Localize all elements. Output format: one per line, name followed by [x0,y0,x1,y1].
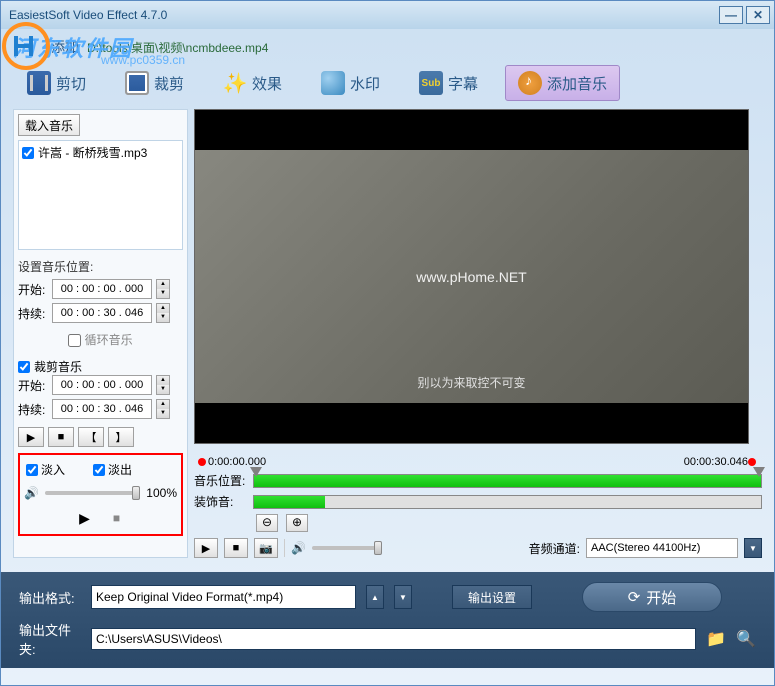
cut-icon [27,71,51,95]
fadein-label: 淡入 [41,461,65,478]
music-panel: 载入音乐 许嵩 - 断桥残雪.mp3 设置音乐位置: 开始: ▲▼ 持续: ▲▼ [13,109,188,558]
music-item-checkbox[interactable] [22,147,34,159]
search-folder-button[interactable]: 🔍 [736,629,756,649]
bottom-bar: 输出格式: ▲ ▼ 输出设置 ⟳ 开始 输出文件夹: 📁 🔍 [1,572,774,668]
tab-bar: 剪切 裁剪 ✨效果 水印 Sub字幕 添加音乐 [1,61,774,109]
tab-add-music[interactable]: 添加音乐 [505,65,620,101]
minimize-button[interactable]: — [719,6,743,24]
decoration-label: 装饰音: [194,493,249,510]
output-format-label: 输出格式: [19,588,81,607]
music-pos-label: 音乐位置: [194,472,249,489]
format-step-down[interactable]: ▼ [394,585,412,609]
window-title: EasiestSoft Video Effect 4.7.0 [5,8,716,22]
trim-start-label: 开始: [18,377,48,394]
play-music-button[interactable]: ▶ [18,427,44,447]
refresh-icon: ⟳ [628,588,641,606]
audio-channel-dropdown[interactable]: ▼ [744,538,762,558]
tab-effect-label: 效果 [252,73,282,94]
preview-play-button[interactable]: ▶ [194,538,218,558]
stop-music-button[interactable]: ■ [48,427,74,447]
tab-subtitle[interactable]: Sub字幕 [407,65,497,101]
audio-channel-select[interactable] [586,538,738,558]
preview-watermark: www.pHome.NET [416,269,526,285]
volume-percent: 100% [146,486,177,500]
snapshot-button[interactable]: 📷 [254,538,278,558]
close-button[interactable]: ✕ [746,6,770,24]
trim-duration-input[interactable] [52,399,152,419]
divider [284,539,285,557]
volume-slider[interactable] [45,491,140,495]
tab-add-music-label: 添加音乐 [547,73,607,94]
effect-icon: ✨ [223,71,247,95]
tab-crop[interactable]: 裁剪 [113,65,203,101]
tab-effect[interactable]: ✨效果 [211,65,301,101]
watermark-logo-icon [1,21,51,71]
trim-checkbox[interactable] [18,361,30,373]
timeline-area: 0:00:00.000 00:00:30.046 音乐位置: 装饰音: [194,456,762,558]
mini-stop-button[interactable]: ■ [104,508,130,528]
output-folder-label: 输出文件夹: [19,620,81,658]
trim-duration-stepper[interactable]: ▲▼ [156,399,170,419]
tab-watermark-label: 水印 [350,73,380,94]
zoom-out-button[interactable]: ⊖ [256,514,278,532]
music-list[interactable]: 许嵩 - 断桥残雪.mp3 [18,140,183,250]
start-button-label: 开始 [646,587,676,608]
tab-watermark[interactable]: 水印 [309,65,399,101]
fadeout-checkbox[interactable] [93,464,105,476]
audio-channel-label: 音频通道: [529,540,580,557]
mark-out-button[interactable]: 】 [108,427,134,447]
duration-label: 持续: [18,305,48,322]
start-label: 开始: [18,281,48,298]
music-position-track[interactable] [253,474,762,488]
preview-volume-slider[interactable] [312,546,382,550]
titlebar: EasiestSoft Video Effect 4.7.0 — ✕ [1,1,774,29]
volume-icon: 🔊 [24,486,39,500]
zoom-in-button[interactable]: ⊕ [286,514,308,532]
video-preview[interactable]: www.pHome.NET 别以为来取控不可变 [194,109,749,444]
preview-volume-icon: 🔊 [291,541,306,555]
tab-subtitle-label: 字幕 [448,73,478,94]
main-content: 载入音乐 许嵩 - 断桥残雪.mp3 设置音乐位置: 开始: ▲▼ 持续: ▲▼ [1,109,774,558]
duration-stepper[interactable]: ▲▼ [156,303,170,323]
fade-volume-box: 淡入 淡出 🔊 100% ▶ ■ [18,453,183,536]
preview-stop-button[interactable]: ■ [224,538,248,558]
tab-crop-label: 裁剪 [154,73,184,94]
music-item[interactable]: 许嵩 - 断桥残雪.mp3 [22,144,179,161]
output-format-select[interactable] [91,585,356,609]
time-end-label: 00:00:30.046 [684,456,758,468]
loop-checkbox[interactable] [68,334,81,347]
load-music-button[interactable]: 载入音乐 [18,114,80,136]
trim-start-input[interactable] [52,375,152,395]
mini-play-button[interactable]: ▶ [72,508,98,528]
format-step-up[interactable]: ▲ [366,585,384,609]
music-icon [518,71,542,95]
watermark-url: www.pc0359.cn [101,53,185,67]
trim-start-stepper[interactable]: ▲▼ [156,375,170,395]
duration-time-input[interactable] [52,303,152,323]
loop-label: 循环音乐 [85,333,133,347]
crop-icon [125,71,149,95]
preview-panel: www.pHome.NET 别以为来取控不可变 0:00:00.000 00:0… [194,109,762,558]
music-item-name: 许嵩 - 断桥残雪.mp3 [38,144,147,161]
watermark-icon [321,71,345,95]
set-position-title: 设置音乐位置: [18,258,183,275]
start-button[interactable]: ⟳ 开始 [582,582,722,612]
fadeout-label: 淡出 [108,461,132,478]
app-window: EasiestSoft Video Effect 4.7.0 — ✕ 河东软件园… [0,0,775,686]
tab-cut-label: 剪切 [56,73,86,94]
trim-duration-label: 持续: [18,401,48,418]
output-folder-input[interactable] [91,628,696,650]
subtitle-icon: Sub [419,71,443,95]
trim-title: 裁剪音乐 [34,358,82,375]
start-time-input[interactable] [52,279,152,299]
browse-folder-button[interactable]: 📁 [706,629,726,649]
fadein-checkbox[interactable] [26,464,38,476]
start-stepper[interactable]: ▲▼ [156,279,170,299]
preview-subtitle: 别以为来取控不可变 [417,374,525,391]
decoration-track[interactable] [253,495,762,509]
mark-in-button[interactable]: 【 [78,427,104,447]
output-settings-button[interactable]: 输出设置 [452,585,532,609]
